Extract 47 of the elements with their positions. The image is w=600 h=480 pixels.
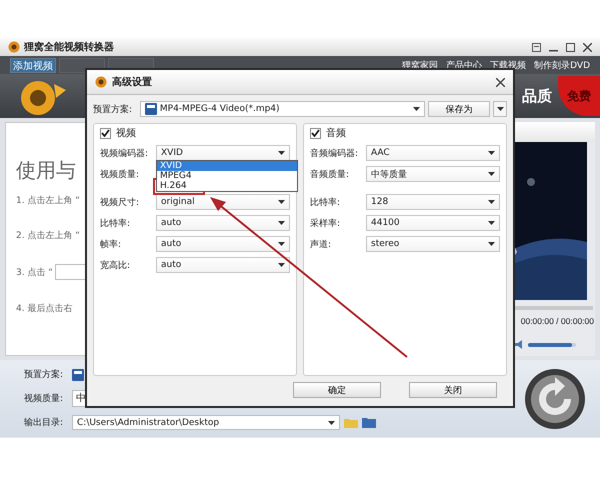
- dropdown-option[interactable]: XVID: [157, 161, 297, 171]
- save-as-button[interactable]: 保存为: [428, 101, 490, 117]
- time-label: 00:00:00 / 00:00:00: [520, 316, 594, 326]
- group-title: 视频: [116, 126, 136, 140]
- field-label: 视频尺寸:: [100, 196, 140, 208]
- dialog-button[interactable]: 确定: [293, 382, 381, 398]
- dialog-title: 高级设置: [112, 75, 153, 89]
- field-label: 帧率:: [100, 238, 122, 250]
- preset-select[interactable]: MP4-MPEG-4 Video(*.mp4): [140, 101, 426, 117]
- slogan-text: 品质: [522, 86, 552, 106]
- dropdown-option[interactable]: MPEG4: [157, 171, 297, 181]
- field-label: 比特率:: [310, 196, 342, 208]
- guide-step: 4. 最后点击右: [16, 302, 72, 315]
- field-label: 视频质量:: [24, 392, 64, 405]
- group-title: 音频: [326, 126, 346, 140]
- field-label: 预置方案:: [24, 368, 64, 381]
- dropdown-field[interactable]: 中等质量: [366, 166, 500, 182]
- window-title: 狸窝全能视频转换器: [24, 40, 114, 54]
- field-label: 比特率:: [100, 218, 132, 230]
- dropdown-field[interactable]: 128: [366, 194, 500, 210]
- dropdown-option[interactable]: H.264: [157, 181, 297, 191]
- field-label: 宽高比:: [100, 260, 132, 272]
- dropdown-field[interactable]: AAC: [366, 145, 500, 161]
- guide-step: 1. 点击左上角 “: [16, 194, 80, 207]
- field-label: 输出目录:: [24, 416, 64, 429]
- field-label: 预置方案:: [93, 103, 134, 116]
- dropdown-field[interactable]: XVID: [156, 145, 290, 161]
- field-label: 视频质量:: [100, 168, 140, 180]
- toolbar-button[interactable]: 添加视频: [10, 58, 56, 72]
- free-badge: 免费: [558, 76, 600, 116]
- field-label: 视频编码器:: [100, 148, 150, 160]
- dropdown-field[interactable]: auto: [156, 236, 290, 252]
- directory-field[interactable]: C:\Users\Administrator\Desktop: [72, 415, 340, 430]
- dropdown-field[interactable]: stereo: [366, 236, 500, 252]
- dialog-button[interactable]: 关闭: [409, 382, 497, 398]
- guide-step: 2. 点击左上角 “: [16, 229, 80, 242]
- nav-link[interactable]: 制作刻录DVD: [534, 58, 590, 72]
- guide-heading: 使用与: [16, 157, 76, 184]
- dropdown-field[interactable]: 44100: [366, 215, 500, 231]
- field-label: 音频质量:: [310, 168, 350, 180]
- dropdown-field[interactable]: original: [156, 194, 290, 210]
- field-label: 声道:: [310, 238, 332, 250]
- dropdown-field[interactable]: auto: [156, 257, 290, 273]
- guide-step: 3. 点击 “: [16, 266, 53, 278]
- field-label: 音频编码器:: [310, 148, 360, 160]
- dropdown-field[interactable]: auto: [156, 215, 290, 231]
- field-label: 采样率:: [310, 218, 342, 230]
